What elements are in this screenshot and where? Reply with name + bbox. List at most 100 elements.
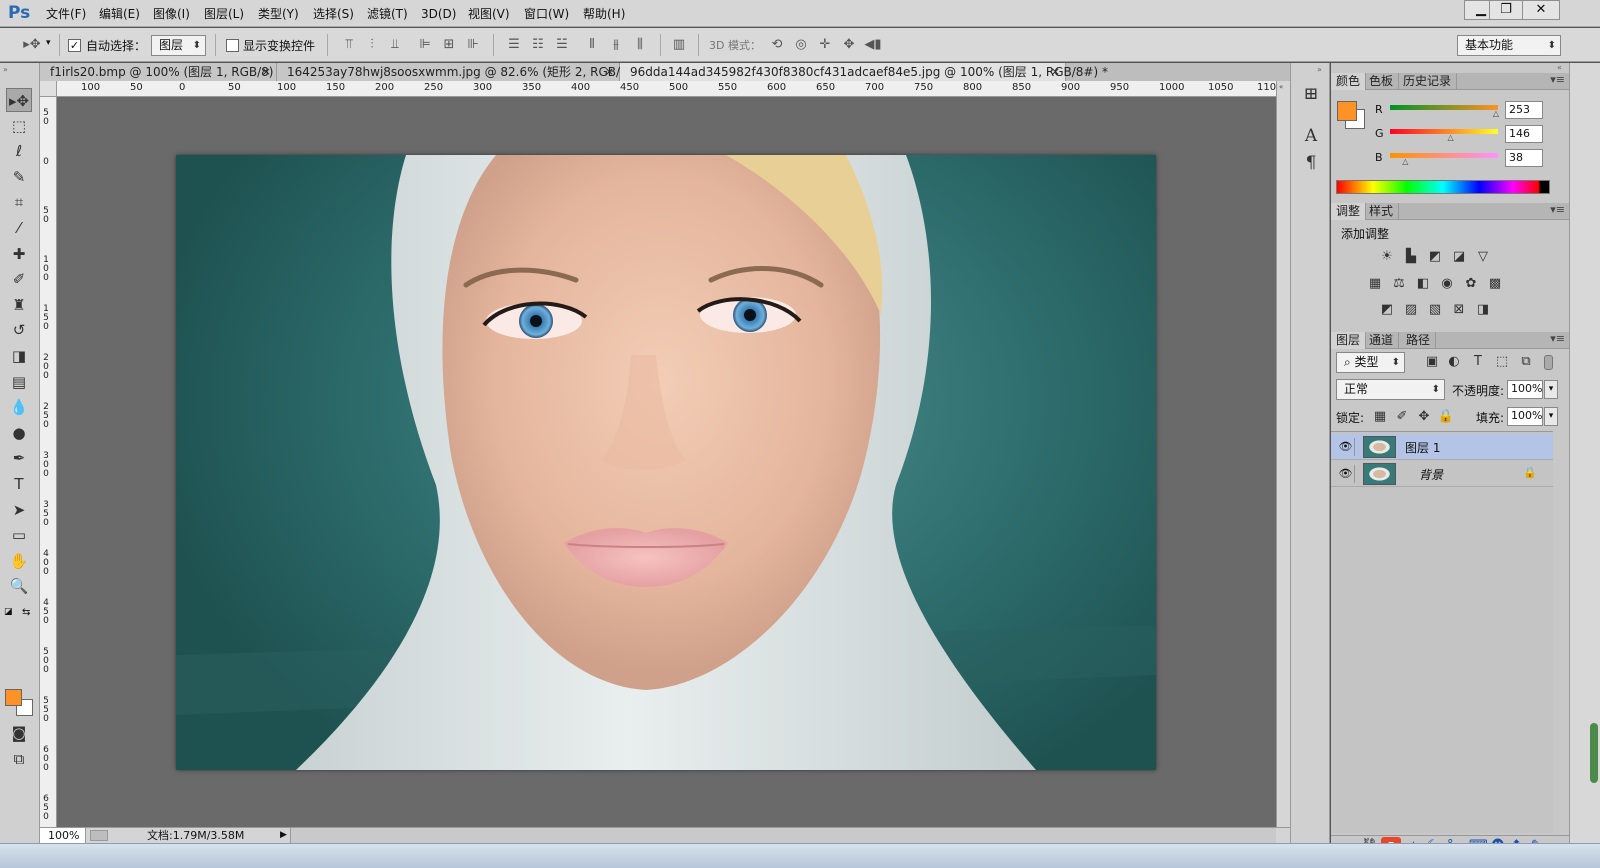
3d-rotate-icon[interactable]: ⟲ xyxy=(768,36,786,54)
eye-icon[interactable]: 👁 xyxy=(1337,465,1355,483)
close-icon[interactable]: × xyxy=(1051,63,1060,81)
menu-type[interactable]: 类型(Y) xyxy=(258,5,299,23)
collapse-icon[interactable]: « xyxy=(1557,63,1562,72)
curves-icon[interactable]: ◩ xyxy=(1426,249,1444,265)
channel-value-field[interactable]: 146 xyxy=(1505,125,1543,143)
menu-layer[interactable]: 图层(L) xyxy=(204,5,244,23)
close-icon[interactable]: × xyxy=(262,63,271,81)
vibrance-icon[interactable]: ▽ xyxy=(1474,249,1492,265)
align-bottom-icon[interactable]: ⫫ xyxy=(386,36,404,54)
exposure-icon[interactable]: ◪ xyxy=(1450,249,1468,265)
fill-field[interactable]: 100% xyxy=(1507,407,1543,426)
ruler-corner[interactable] xyxy=(40,81,57,97)
quick-mask-icon[interactable]: ◙ xyxy=(6,721,32,745)
tab-history[interactable]: 历史记录 xyxy=(1398,73,1458,90)
menu-view[interactable]: 视图(V) xyxy=(468,5,510,23)
type-tool[interactable]: T xyxy=(6,472,32,496)
tab-layers[interactable]: 图层 xyxy=(1331,332,1367,349)
brush-tool[interactable]: ✐ xyxy=(6,267,32,291)
workspace-select[interactable]: 基本功能 xyxy=(1457,35,1561,56)
align-left-icon[interactable]: ⊫ xyxy=(416,36,434,54)
close-icon[interactable]: × xyxy=(605,63,614,81)
blend-mode-select[interactable]: 正常 xyxy=(1336,379,1445,400)
healing-tool[interactable]: ✚ xyxy=(6,242,32,266)
scroll-thumb[interactable] xyxy=(1590,723,1598,783)
threshold-icon[interactable]: ▧ xyxy=(1426,302,1444,318)
show-transform-checkbox[interactable] xyxy=(226,39,239,52)
tab-paths[interactable]: 路径 xyxy=(1401,332,1437,349)
layer-name[interactable]: 背景 xyxy=(1419,466,1443,483)
path-select-tool[interactable]: ➤ xyxy=(6,498,32,522)
rectangle-tool[interactable]: ▭ xyxy=(6,523,32,547)
brightness-contrast-icon[interactable]: ☀ xyxy=(1378,249,1396,265)
eye-icon[interactable]: 👁 xyxy=(1337,438,1355,456)
layer-row-background[interactable]: 👁 背景 🔒 xyxy=(1331,461,1553,487)
tab-document-3[interactable]: 96dda144ad345982f430f8380cf431adcaef84e5… xyxy=(620,63,1108,81)
hand-tool[interactable]: ✋ xyxy=(6,549,32,573)
status-menu-arrow[interactable]: ▶ xyxy=(280,828,287,843)
photo-filter-icon[interactable]: ◉ xyxy=(1438,276,1456,292)
menu-filter[interactable]: 滤镜(T) xyxy=(367,5,408,23)
tab-channels[interactable]: 通道 xyxy=(1364,332,1400,349)
distribute-hcenter-icon[interactable]: ⫵ xyxy=(607,36,625,54)
channel-value-field[interactable]: 253 xyxy=(1505,101,1543,119)
panel-menu-icon[interactable]: ▾≡ xyxy=(1550,332,1565,345)
panel-menu-icon[interactable]: ▾≡ xyxy=(1550,73,1565,86)
stamp-tool[interactable]: ♜ xyxy=(6,293,32,317)
channel-mixer-icon[interactable]: ✿ xyxy=(1462,276,1480,292)
quick-select-tool[interactable]: ✎ xyxy=(6,165,32,189)
distribute-bottom-icon[interactable]: ☱ xyxy=(553,36,571,54)
channel-slider[interactable] xyxy=(1390,105,1498,110)
tab-swatches[interactable]: 色板 xyxy=(1364,73,1400,90)
blur-tool[interactable]: 💧 xyxy=(6,395,32,419)
selective-color-icon[interactable]: ⊠ xyxy=(1450,302,1468,318)
distribute-left-icon[interactable]: ⫴ xyxy=(583,36,601,54)
chevron-down-icon[interactable]: ▾ xyxy=(1544,407,1558,426)
horizontal-ruler[interactable]: 100 50 0 50 100 150 200 250 300 350 400 450 500 550 60… xyxy=(57,81,1276,97)
collapse-icon[interactable]: » xyxy=(3,65,8,74)
align-hcenter-icon[interactable]: ⊞ xyxy=(440,36,458,54)
3d-camera-icon[interactable]: ◀▮ xyxy=(864,36,882,54)
filter-shape-icon[interactable]: ⬚ xyxy=(1493,354,1511,370)
paragraph-panel-icon[interactable]: ¶ xyxy=(1299,151,1323,175)
swap-colors-icon[interactable]: ⇆ xyxy=(22,607,30,618)
3d-slide-icon[interactable]: ✥ xyxy=(840,36,858,54)
auto-select-checkbox[interactable]: ✓ xyxy=(68,39,81,52)
invert-icon[interactable]: ◩ xyxy=(1378,302,1396,318)
slider-thumb[interactable]: △ xyxy=(1402,158,1410,166)
color-panel-foreground-swatch[interactable] xyxy=(1337,101,1357,121)
align-top-icon[interactable]: ⫪ xyxy=(340,36,358,54)
eraser-tool[interactable]: ◨ xyxy=(6,344,32,368)
tab-document-2[interactable]: 164253ay78hwj8soosxwmm.jpg @ 82.6% (矩形 2… xyxy=(277,63,642,81)
color-spectrum-bar[interactable] xyxy=(1336,180,1550,194)
menu-3d[interactable]: 3D(D) xyxy=(421,5,456,23)
tab-document-1[interactable]: f1irls20.bmp @ 100% (图层 1, RGB/8) * × xyxy=(40,63,283,81)
3d-pan-icon[interactable]: ✛ xyxy=(816,36,834,54)
layer-filter-select[interactable]: ⌕ 类型 xyxy=(1336,352,1405,373)
character-panel-icon[interactable]: A xyxy=(1299,124,1323,148)
vertical-ruler[interactable]: 5005010015020025030035040045050055060065… xyxy=(40,97,57,827)
restore-button[interactable]: ❐ xyxy=(1489,0,1523,20)
marquee-tool[interactable]: ⬚ xyxy=(6,114,32,138)
move-tool[interactable]: ▸✥ xyxy=(6,88,32,112)
auto-align-icon[interactable]: ▥ xyxy=(670,36,688,54)
lasso-tool[interactable]: ℓ xyxy=(6,139,32,163)
menu-image[interactable]: 图像(I) xyxy=(153,5,190,23)
crop-tool[interactable]: ⌗ xyxy=(6,190,32,214)
lock-position-icon[interactable]: ✥ xyxy=(1415,409,1433,425)
tab-adjustments[interactable]: 调整 xyxy=(1331,203,1367,220)
panel-menu-icon[interactable]: ▾≡ xyxy=(1550,203,1565,216)
pen-tool[interactable]: ✒ xyxy=(6,446,32,470)
filter-toggle[interactable] xyxy=(1544,355,1553,370)
distribute-top-icon[interactable]: ☰ xyxy=(505,36,523,54)
distribute-right-icon[interactable]: ⫼ xyxy=(631,36,649,54)
align-vcenter-icon[interactable]: ⫶ xyxy=(363,36,381,54)
default-colors-icon[interactable]: ◪ xyxy=(4,607,14,617)
tab-styles[interactable]: 样式 xyxy=(1364,203,1400,220)
color-lookup-icon[interactable]: ▩ xyxy=(1486,276,1504,292)
layer-row-layer1[interactable]: 👁 图层 1 xyxy=(1331,434,1553,460)
menu-edit[interactable]: 编辑(E) xyxy=(99,5,140,23)
posterize-icon[interactable]: ▨ xyxy=(1402,302,1420,318)
gradient-tool[interactable]: ▤ xyxy=(6,370,32,394)
filter-type-icon[interactable]: T xyxy=(1469,354,1487,370)
